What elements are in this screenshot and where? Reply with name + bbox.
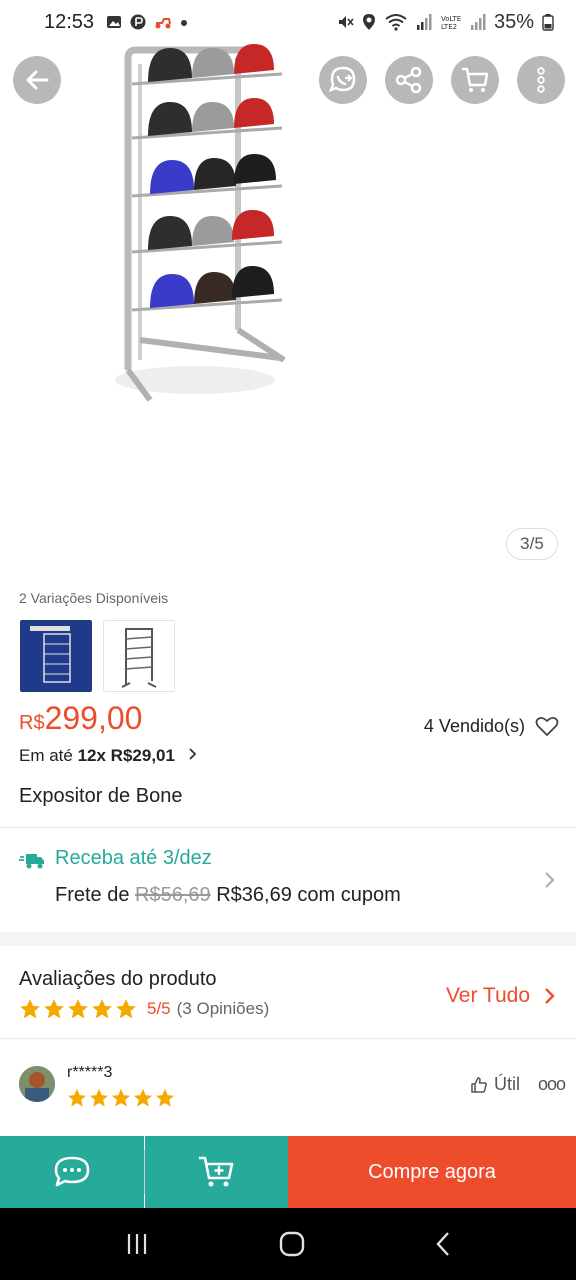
dot-icon [181, 20, 188, 26]
battery-percent: 35% [493, 10, 534, 33]
sold-count: 4 Vendido(s) [423, 716, 525, 736]
shipping-chevron-icon[interactable] [542, 870, 556, 890]
variation-image [104, 621, 174, 691]
delivery-date: Receba até 3/dez [55, 847, 212, 869]
section-gap [0, 932, 576, 946]
status-notification-icons [106, 14, 188, 30]
whatsapp-share-button[interactable] [319, 56, 367, 104]
share-icon [395, 66, 422, 94]
reviewer-avatar [19, 1066, 55, 1102]
star-icon [67, 1088, 87, 1107]
star-icon [116, 999, 136, 1019]
signal-2-icon [470, 14, 486, 30]
rating-count: (3 Opiniões) [176, 999, 270, 1018]
star-icon [133, 1088, 153, 1107]
add-to-cart-icon [198, 1156, 233, 1187]
star-icon [89, 1088, 109, 1107]
home-icon[interactable] [279, 1231, 305, 1257]
installments-value: 12x R$29,01 [77, 746, 175, 765]
cart-button[interactable] [451, 56, 499, 104]
share-button[interactable] [385, 56, 433, 104]
star-icon [20, 999, 40, 1019]
see-all-reviews-link[interactable]: Ver Tudo [446, 984, 530, 1008]
chevron-right-icon [189, 748, 196, 760]
status-bar: 12:53 VoLTE LTE2 35% [0, 0, 576, 44]
mute-icon [338, 16, 354, 28]
more-options-button[interactable] [517, 56, 565, 104]
system-navigation-bar [0, 1208, 576, 1280]
helpful-label: Útil [494, 1074, 520, 1094]
shopping-cart-icon [462, 67, 489, 92]
battery-icon [542, 14, 554, 31]
chat-icon [54, 1156, 90, 1187]
image-counter: 3/5 [506, 528, 558, 560]
variation-thumb-2[interactable] [103, 620, 175, 692]
thumbs-up-icon [471, 1076, 487, 1093]
delivery-truck-icon [19, 854, 44, 869]
star-icon [68, 999, 88, 1019]
gallery-notification-icon [107, 16, 122, 28]
buy-now-button[interactable]: Compre agora [288, 1136, 576, 1208]
review-more-button[interactable]: ooo [538, 1074, 566, 1095]
volte-icon: VoLTELTE2 [441, 15, 461, 31]
svg-text:VoLTE: VoLTE [441, 15, 461, 23]
star-icon [92, 999, 112, 1019]
back-arrow-icon [26, 70, 49, 90]
app-notification-icon [130, 14, 146, 30]
old-fee: R$56,69 [135, 884, 211, 906]
add-to-cart-button[interactable] [145, 1136, 288, 1208]
divider [0, 827, 576, 828]
new-fee: R$36,69 com cupom [216, 884, 401, 906]
more-vertical-icon [537, 67, 545, 93]
svg-text:LTE2: LTE2 [441, 23, 457, 31]
price-row: R$299,00 4 Vendido(s) [19, 700, 559, 744]
chat-button[interactable] [0, 1136, 144, 1208]
status-time: 12:53 [44, 10, 95, 33]
reviewer-name: r*****3 [67, 1064, 113, 1081]
star-icon [44, 999, 64, 1019]
price-value: 299,00 [44, 700, 143, 736]
delivery-notification-icon [155, 18, 172, 29]
avatar-image [19, 1066, 55, 1102]
fee-prefix: Frete de [55, 884, 130, 906]
variation-thumb-1[interactable] [20, 620, 92, 692]
location-icon [362, 14, 375, 30]
divider [0, 1038, 576, 1039]
price-currency: R$ [19, 712, 45, 734]
product-price: R$299,00 [19, 700, 142, 736]
whatsapp-share-icon [328, 66, 356, 93]
variations-label: 2 Variações Disponíveis [19, 590, 169, 606]
bottom-action-bar: Compre agora [0, 1136, 576, 1208]
back-icon[interactable] [434, 1231, 452, 1257]
installments-link[interactable]: Em até 12x R$29,01 [19, 746, 198, 766]
signal-icon [416, 14, 432, 30]
favorite-heart-icon[interactable] [535, 715, 559, 737]
rating-row: 5/5 (3 Opiniões) [19, 998, 269, 1020]
product-image [115, 44, 286, 402]
status-right: VoLTE LTE2 35% [336, 11, 554, 34]
product-image-gallery[interactable]: 3/5 [0, 0, 576, 580]
shipping-fee: Frete de R$56,69 R$36,69 com cupom [55, 884, 401, 907]
product-title: Expositor de Bone [19, 785, 183, 807]
star-icon [155, 1088, 175, 1107]
chevron-right-icon[interactable] [542, 986, 556, 1006]
installments-prefix: Em até [19, 746, 73, 765]
back-button[interactable] [13, 56, 61, 104]
recent-apps-icon[interactable] [124, 1232, 150, 1256]
helpful-button[interactable]: Útil [470, 1074, 520, 1095]
wifi-icon [385, 14, 407, 31]
variation-image [22, 622, 90, 690]
reviewer-stars [67, 1088, 175, 1108]
rating-value: 5/5 [147, 999, 171, 1018]
star-icon [111, 1088, 131, 1107]
reviews-title: Avaliações do produto [19, 968, 217, 990]
